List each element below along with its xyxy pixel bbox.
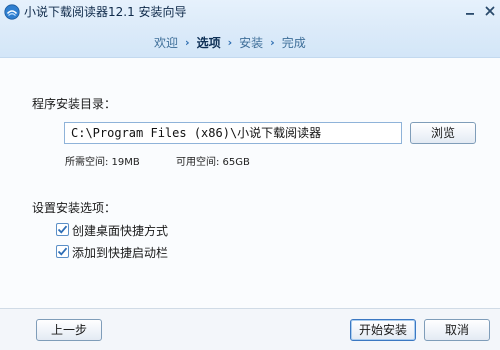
close-button[interactable] xyxy=(482,4,498,18)
wizard-steps: 欢迎 › 选项 › 安装 › 完成 xyxy=(154,33,306,51)
check-icon xyxy=(57,225,68,234)
minimize-icon xyxy=(466,13,474,15)
cancel-button[interactable]: 取消 xyxy=(424,319,490,341)
install-path-input[interactable]: C:\Program Files (x86)\小说下载阅读器 xyxy=(64,122,402,144)
browse-button[interactable]: 浏览 xyxy=(410,122,476,144)
wizard-header: 小说下载阅读器12.1 安装向导 欢迎 › 选项 › 安装 › 完成 xyxy=(0,0,500,58)
desktop-shortcut-checkbox[interactable] xyxy=(56,223,69,236)
required-space-text: 所需空间: 19MB xyxy=(65,157,140,168)
start-install-button[interactable]: 开始安装 xyxy=(350,319,416,341)
step-install: 安装 xyxy=(239,35,264,50)
close-icon xyxy=(485,6,495,16)
step-separator-icon: › xyxy=(270,35,275,49)
check-icon xyxy=(57,247,68,256)
available-space-text: 可用空间: 65GB xyxy=(176,157,250,168)
quick-launch-checkbox[interactable] xyxy=(56,245,69,258)
quick-launch-label[interactable]: 添加到快捷启动栏 xyxy=(72,244,168,261)
installer-window: 小说下载阅读器12.1 安装向导 欢迎 › 选项 › 安装 › 完成 程序安装目… xyxy=(0,0,500,350)
step-welcome: 欢迎 xyxy=(154,35,179,50)
minimize-button[interactable] xyxy=(462,4,478,18)
step-options: 选项 xyxy=(196,35,221,50)
app-logo-icon xyxy=(4,4,20,20)
install-options-label: 设置安装选项： xyxy=(32,201,117,215)
desktop-shortcut-label[interactable]: 创建桌面快捷方式 xyxy=(72,222,168,239)
title-bar: 小说下载阅读器12.1 安装向导 xyxy=(0,0,500,24)
back-button[interactable]: 上一步 xyxy=(36,319,102,341)
step-finish: 完成 xyxy=(281,35,306,50)
window-title: 小说下载阅读器12.1 安装向导 xyxy=(24,5,187,19)
install-dir-label: 程序安装目录： xyxy=(32,97,117,111)
step-separator-icon: › xyxy=(185,35,190,49)
step-separator-icon: › xyxy=(227,35,233,49)
